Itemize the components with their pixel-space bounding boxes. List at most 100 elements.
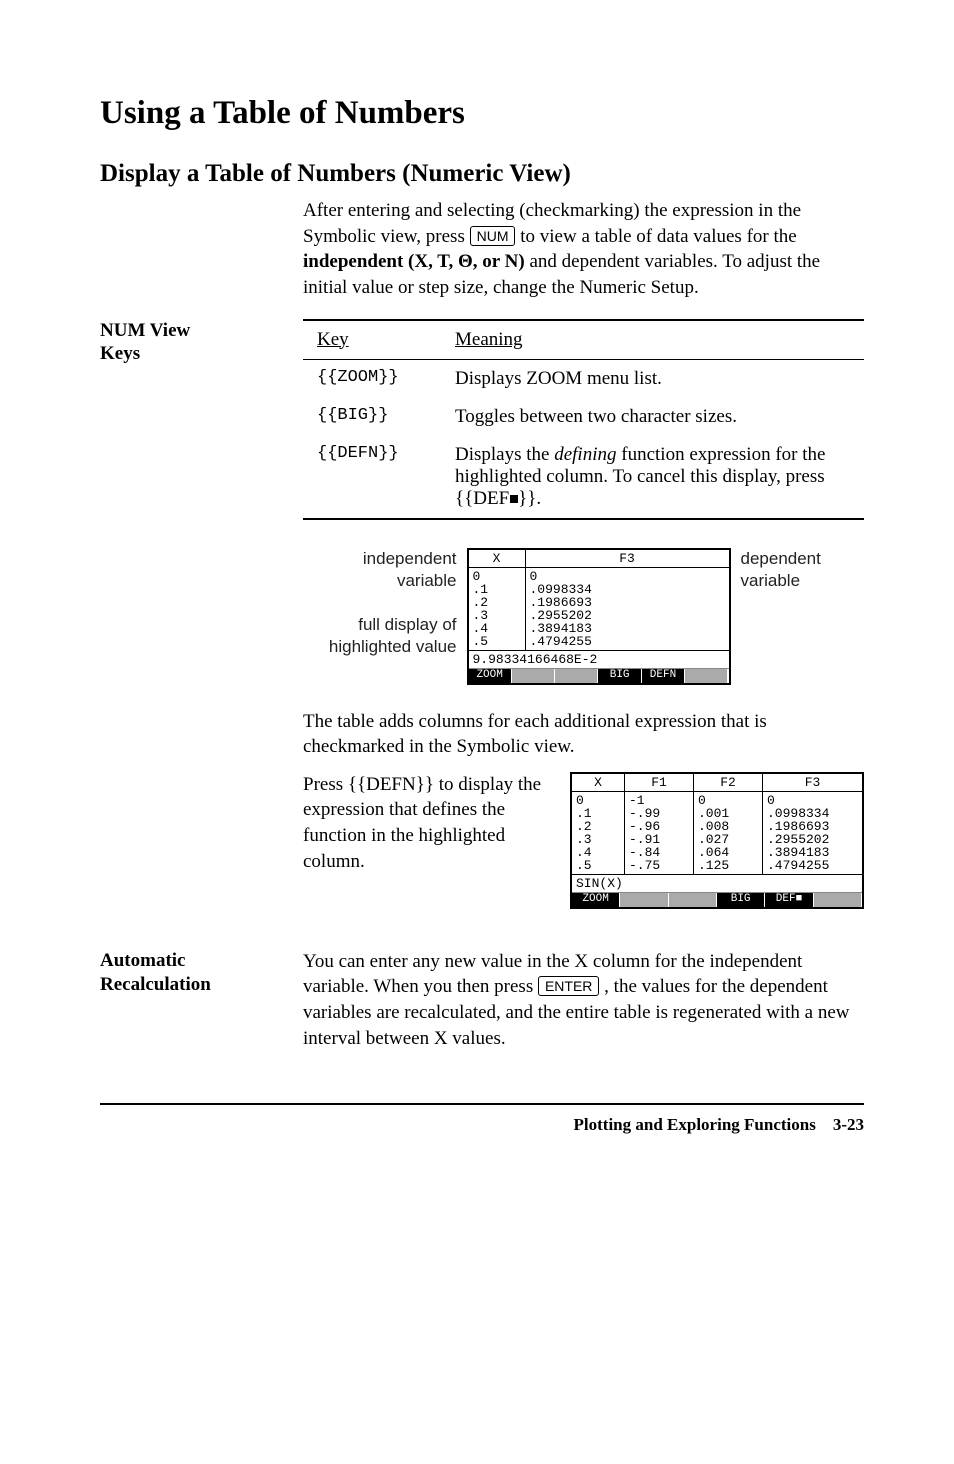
lcd-cell: -.84 xyxy=(629,846,689,859)
lcd-menu-zoom: ZOOM xyxy=(469,669,512,683)
table-row: {{BIG}} Toggles between two character si… xyxy=(303,398,864,436)
page-footer: Plotting and Exploring Functions 3-23 xyxy=(100,1115,864,1135)
lcd-cell: .4794255 xyxy=(530,635,725,648)
defn-meaning-pre: Displays the xyxy=(455,444,554,465)
lcd-menu-defn: DEFN xyxy=(642,669,685,683)
lcd-cell: 0 xyxy=(698,794,758,807)
lcd-cell: .1 xyxy=(473,583,521,596)
lcd2-menu-blank xyxy=(814,893,862,907)
lcd2-menu-bar: ZOOM BIG DEF■ xyxy=(572,892,862,907)
defn-meaning-em: defining xyxy=(554,444,616,465)
defn-meaning-tail: }}. xyxy=(518,488,541,509)
table-row: {{ZOOM}} Displays ZOOM menu list. xyxy=(303,359,864,398)
defn-press-paragraph: Press {{DEFN}} to display the expression… xyxy=(303,772,552,875)
lcd-cell: .3894183 xyxy=(530,622,725,635)
lcd-menu-blank xyxy=(555,669,598,683)
lcd2-f1-column: -1 -.99 -.96 -.91 -.84 -.75 xyxy=(624,792,693,874)
lcd-cell: -.75 xyxy=(629,859,689,872)
margin-label-auto-recalc: Automatic Recalculation xyxy=(100,949,303,997)
lcd2-col-header-x: X xyxy=(572,774,624,792)
intro-text-mid: to view a table of data values for the xyxy=(520,226,796,247)
lcd-menu-big: BIG xyxy=(598,669,641,683)
lcd-cell: -.96 xyxy=(629,820,689,833)
num-key: NUM xyxy=(470,226,516,246)
lcd-menu-bar: ZOOM BIG DEFN xyxy=(469,668,729,683)
lcd2-menu-big: BIG xyxy=(717,893,765,907)
margin-label-line1: NUM View xyxy=(100,320,190,341)
footer-title: Plotting and Exploring Functions xyxy=(574,1115,816,1134)
annot-full-display: full display of highlighted value xyxy=(317,614,457,658)
lcd-cell: .4794255 xyxy=(767,859,858,872)
lcd-cell: .2955202 xyxy=(530,609,725,622)
lcd-cell: 0 xyxy=(576,794,620,807)
lcd-cell: .3894183 xyxy=(767,846,858,859)
lcd-cell: 0 xyxy=(473,570,521,583)
lcd2-f2-column: 0 .001 .008 .027 .064 .125 xyxy=(693,792,762,874)
lcd-cell: .064 xyxy=(698,846,758,859)
annot-dependent-variable: dependent variable xyxy=(741,548,851,592)
calculator-screen-1: X F3 0 .1 .2 .3 .4 .5 0 xyxy=(467,548,731,685)
key-cell-zoom: {{ZOOM}} xyxy=(303,359,441,398)
lcd2-menu-blank xyxy=(669,893,717,907)
page-title: Using a Table of Numbers xyxy=(100,95,864,132)
lcd-cell: .2 xyxy=(576,820,620,833)
lcd-cell: .4 xyxy=(473,622,521,635)
lcd-cell: .001 xyxy=(698,807,758,820)
post-screen-paragraph: The table adds columns for each addition… xyxy=(303,709,864,760)
meaning-cell-zoom: Displays ZOOM menu list. xyxy=(441,359,864,398)
calculator-screen-2: X F1 F2 F3 0 .1 .2 .3 .4 .5 xyxy=(570,772,864,909)
lcd2-col-header-f3: F3 xyxy=(762,774,862,792)
lcd-cell: .1986693 xyxy=(767,820,858,833)
margin-label-num-view: NUM View Keys xyxy=(100,319,303,367)
lcd2-menu-def: DEF■ xyxy=(765,893,813,907)
lcd2-menu-blank xyxy=(620,893,668,907)
lcd-cell: .1986693 xyxy=(530,596,725,609)
meaning-cell-big: Toggles between two character sizes. xyxy=(441,398,864,436)
enter-key: ENTER xyxy=(538,976,599,996)
figure-numeric-view: independent variable full display of hig… xyxy=(303,548,864,685)
lcd-cell: -.91 xyxy=(629,833,689,846)
num-view-keys-table: Key Meaning {{ZOOM}} Displays ZOOM menu … xyxy=(303,319,864,520)
table-row: {{DEFN}} Displays the defining function … xyxy=(303,436,864,519)
key-cell-defn: {{DEFN}} xyxy=(303,436,441,519)
margin-label-line2: Keys xyxy=(100,343,140,364)
footer-rule xyxy=(100,1103,864,1105)
margin-label-auto-line2: Recalculation xyxy=(100,974,211,995)
lcd-cell: .1 xyxy=(576,807,620,820)
lcd-cell: .027 xyxy=(698,833,758,846)
lcd2-f3-column: 0 .0998334 .1986693 .2955202 .3894183 .4… xyxy=(762,792,862,874)
lcd2-x-column: 0 .1 .2 .3 .4 .5 xyxy=(572,792,624,874)
intro-paragraph: After entering and selecting (checkmarki… xyxy=(303,198,864,301)
lcd-cell: .2 xyxy=(473,596,521,609)
lcd2-menu-zoom: ZOOM xyxy=(572,893,620,907)
lcd-cell: .3 xyxy=(473,609,521,622)
lcd-cell: .2955202 xyxy=(767,833,858,846)
lcd-f3-column: 0 .0998334 .1986693 .2955202 .3894183 .4… xyxy=(525,568,729,650)
lcd-cell: .5 xyxy=(576,859,620,872)
lcd-cell: .3 xyxy=(576,833,620,846)
lcd-cell: .125 xyxy=(698,859,758,872)
intro-bold-vars: independent (X, T, Θ, or N) xyxy=(303,251,525,272)
lcd2-status-line: SIN(X) xyxy=(572,874,862,892)
key-cell-big: {{BIG}} xyxy=(303,398,441,436)
col-header-meaning: Meaning xyxy=(441,320,864,360)
lcd-cell: .5 xyxy=(473,635,521,648)
lcd-cell: .008 xyxy=(698,820,758,833)
meaning-cell-defn: Displays the defining function expressio… xyxy=(441,436,864,519)
filled-square-icon xyxy=(510,495,518,503)
footer-page-number: 3-23 xyxy=(833,1115,864,1134)
lcd-cell: .4 xyxy=(576,846,620,859)
lcd-menu-blank xyxy=(685,669,728,683)
lcd-cell: -1 xyxy=(629,794,689,807)
lcd-cell: -.99 xyxy=(629,807,689,820)
section-heading: Display a Table of Numbers (Numeric View… xyxy=(100,160,864,188)
margin-label-auto-line1: Automatic xyxy=(100,950,185,971)
lcd-x-column: 0 .1 .2 .3 .4 .5 xyxy=(469,568,525,650)
annot-independent-variable: independent variable xyxy=(317,548,457,592)
auto-recalc-paragraph: You can enter any new value in the X col… xyxy=(303,949,864,1052)
col-header-key: Key xyxy=(303,320,441,360)
lcd2-col-header-f1: F1 xyxy=(624,774,693,792)
lcd-col-header-f3: F3 xyxy=(525,550,729,568)
lcd-col-header-x: X xyxy=(469,550,525,568)
lcd-status-line: 9.98334166468E-2 xyxy=(469,650,729,668)
